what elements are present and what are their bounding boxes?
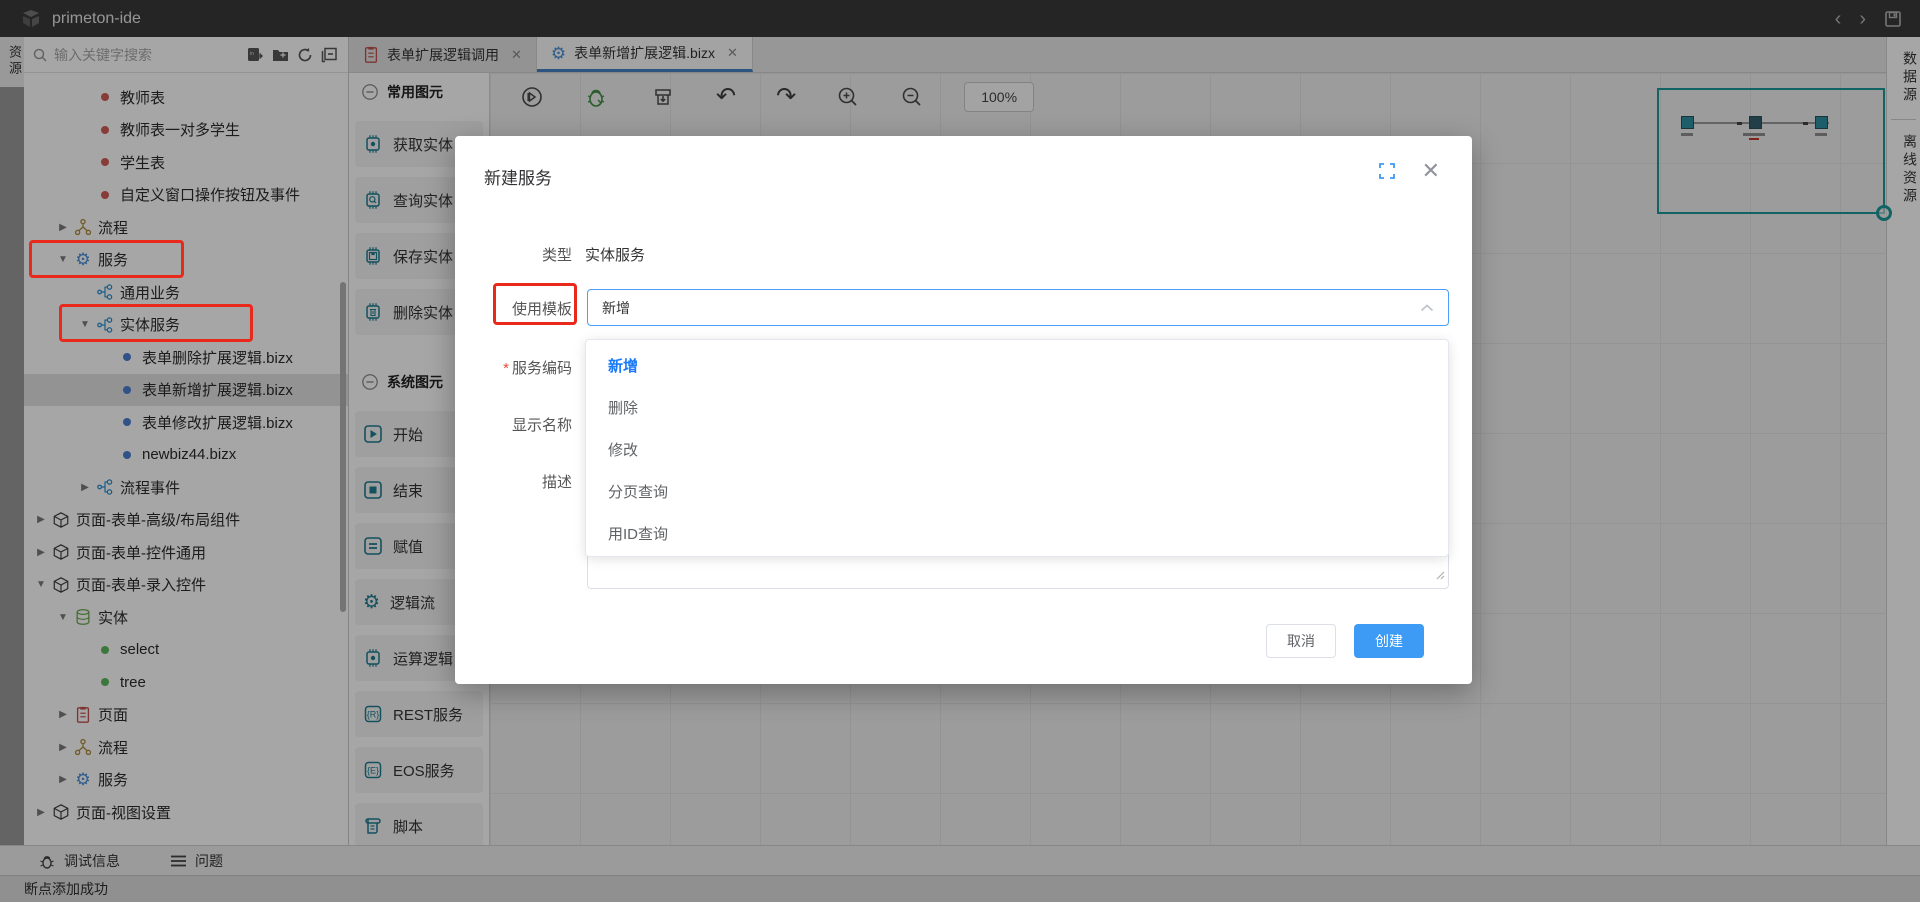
create-button[interactable]: 创建	[1354, 624, 1424, 658]
code-field-label: *服务编码	[455, 357, 572, 378]
dropdown-option[interactable]: 删除	[586, 388, 1448, 430]
name-field-label: 显示名称	[455, 414, 572, 435]
type-field-value: 实体服务	[585, 244, 645, 265]
dialog-title: 新建服务	[484, 164, 552, 189]
template-dropdown: 新增删除修改分页查询用ID查询	[585, 339, 1449, 557]
dropdown-option[interactable]: 新增	[586, 346, 1448, 388]
fullscreen-icon[interactable]	[1378, 162, 1396, 185]
type-field-label: 类型	[455, 244, 572, 265]
template-select[interactable]: 新增	[587, 289, 1449, 326]
resize-grip-icon[interactable]	[1435, 567, 1445, 585]
close-icon[interactable]: ✕	[1422, 158, 1440, 184]
cancel-button[interactable]: 取消	[1266, 624, 1336, 658]
new-service-dialog: 新建服务 ✕ 类型 实体服务 使用模板 新增 *服务编码 显示名称 描述 新增删…	[455, 136, 1472, 684]
dropdown-option[interactable]: 用ID查询	[586, 514, 1448, 556]
template-select-value: 新增	[602, 298, 630, 318]
dropdown-option[interactable]: 分页查询	[586, 472, 1448, 514]
desc-field-label: 描述	[455, 471, 572, 492]
chevron-up-icon	[1420, 303, 1434, 312]
dropdown-option[interactable]: 修改	[586, 430, 1448, 472]
template-field-label: 使用模板	[455, 298, 572, 319]
